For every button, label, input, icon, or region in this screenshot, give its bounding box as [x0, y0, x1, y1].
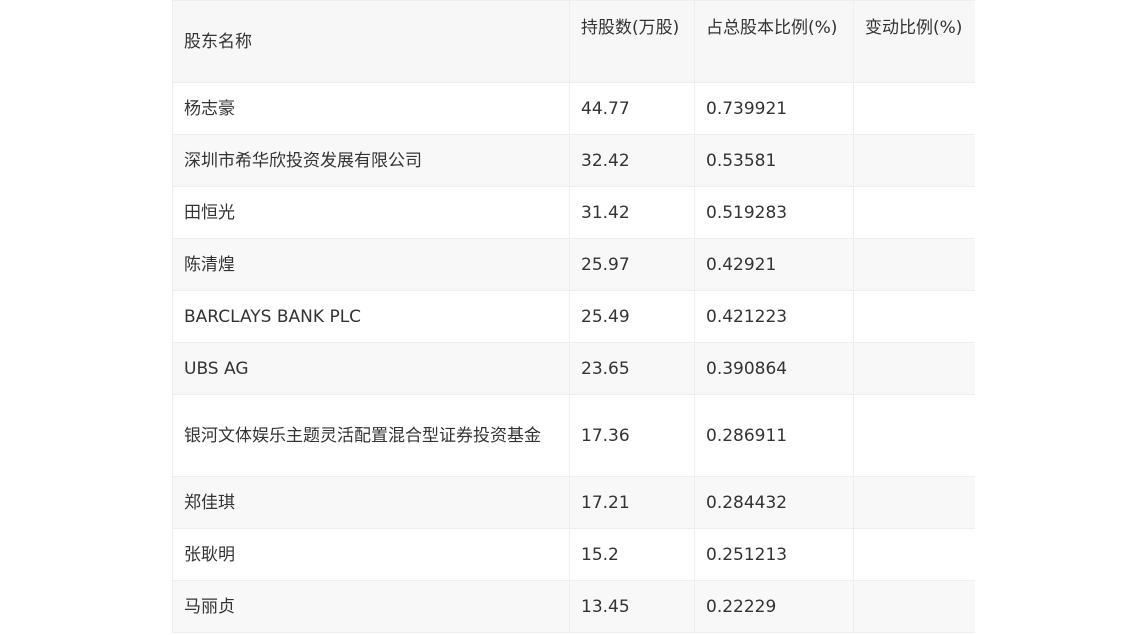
cell-shares: 15.2: [569, 528, 695, 581]
table-row: 杨志豪 44.77 0.739921: [172, 82, 975, 135]
cell-change: [853, 342, 975, 395]
table-row: 马丽贞 13.45 0.22229: [172, 580, 975, 633]
cell-ratio: 0.22229: [694, 580, 854, 633]
table-row: 田恒光 31.42 0.519283: [172, 186, 975, 239]
cell-change: [853, 476, 975, 529]
cell-name: 张耿明: [172, 528, 570, 581]
table-row: 郑佳琪 17.21 0.284432: [172, 476, 975, 529]
cell-change: [853, 186, 975, 239]
table-row: UBS AG 23.65 0.390864: [172, 342, 975, 395]
shareholder-table-container: 股东名称 持股数(万股) 占总股本比例(%) 变动比例(%) 杨志豪 44.77…: [172, 0, 975, 635]
cell-change: [853, 82, 975, 135]
table-row: 张耿明 15.2 0.251213: [172, 528, 975, 581]
table-header: 股东名称 持股数(万股) 占总股本比例(%) 变动比例(%): [172, 0, 975, 83]
cell-shares: 17.21: [569, 476, 695, 529]
cell-name: UBS AG: [172, 342, 570, 395]
cell-name: 杨志豪: [172, 82, 570, 135]
cell-ratio: 0.42921: [694, 238, 854, 291]
cell-ratio: 0.421223: [694, 290, 854, 343]
header-ratio: 占总股本比例(%): [694, 0, 854, 83]
cell-name: 陈清煌: [172, 238, 570, 291]
cell-name: 银河文体娱乐主题灵活配置混合型证券投资基金: [172, 394, 570, 477]
shareholder-table: 股东名称 持股数(万股) 占总股本比例(%) 变动比例(%) 杨志豪 44.77…: [172, 0, 975, 633]
cell-name: BARCLAYS BANK PLC: [172, 290, 570, 343]
cell-change: [853, 290, 975, 343]
cell-ratio: 0.284432: [694, 476, 854, 529]
cell-name: 马丽贞: [172, 580, 570, 633]
cell-ratio: 0.519283: [694, 186, 854, 239]
cell-ratio: 0.251213: [694, 528, 854, 581]
cell-ratio: 0.390864: [694, 342, 854, 395]
table-row: 深圳市希华欣投资发展有限公司 32.42 0.53581: [172, 134, 975, 187]
cell-shares: 31.42: [569, 186, 695, 239]
table-body: 杨志豪 44.77 0.739921 深圳市希华欣投资发展有限公司 32.42 …: [172, 82, 975, 633]
cell-shares: 13.45: [569, 580, 695, 633]
cell-change: [853, 134, 975, 187]
header-shareholder-name: 股东名称: [172, 0, 570, 83]
table-row: BARCLAYS BANK PLC 25.49 0.421223: [172, 290, 975, 343]
cell-name: 郑佳琪: [172, 476, 570, 529]
cell-ratio: 0.739921: [694, 82, 854, 135]
cell-change: [853, 528, 975, 581]
table-row: 银河文体娱乐主题灵活配置混合型证券投资基金 17.36 0.286911: [172, 394, 975, 477]
cell-change: [853, 394, 975, 477]
cell-shares: 25.49: [569, 290, 695, 343]
cell-shares: 17.36: [569, 394, 695, 477]
cell-ratio: 0.53581: [694, 134, 854, 187]
cell-change: [853, 580, 975, 633]
cell-shares: 44.77: [569, 82, 695, 135]
table-row: 陈清煌 25.97 0.42921: [172, 238, 975, 291]
cell-shares: 25.97: [569, 238, 695, 291]
cell-change: [853, 238, 975, 291]
header-change: 变动比例(%): [853, 0, 975, 83]
cell-ratio: 0.286911: [694, 394, 854, 477]
cell-name: 深圳市希华欣投资发展有限公司: [172, 134, 570, 187]
cell-shares: 23.65: [569, 342, 695, 395]
header-shares: 持股数(万股): [569, 0, 695, 83]
cell-name: 田恒光: [172, 186, 570, 239]
cell-shares: 32.42: [569, 134, 695, 187]
